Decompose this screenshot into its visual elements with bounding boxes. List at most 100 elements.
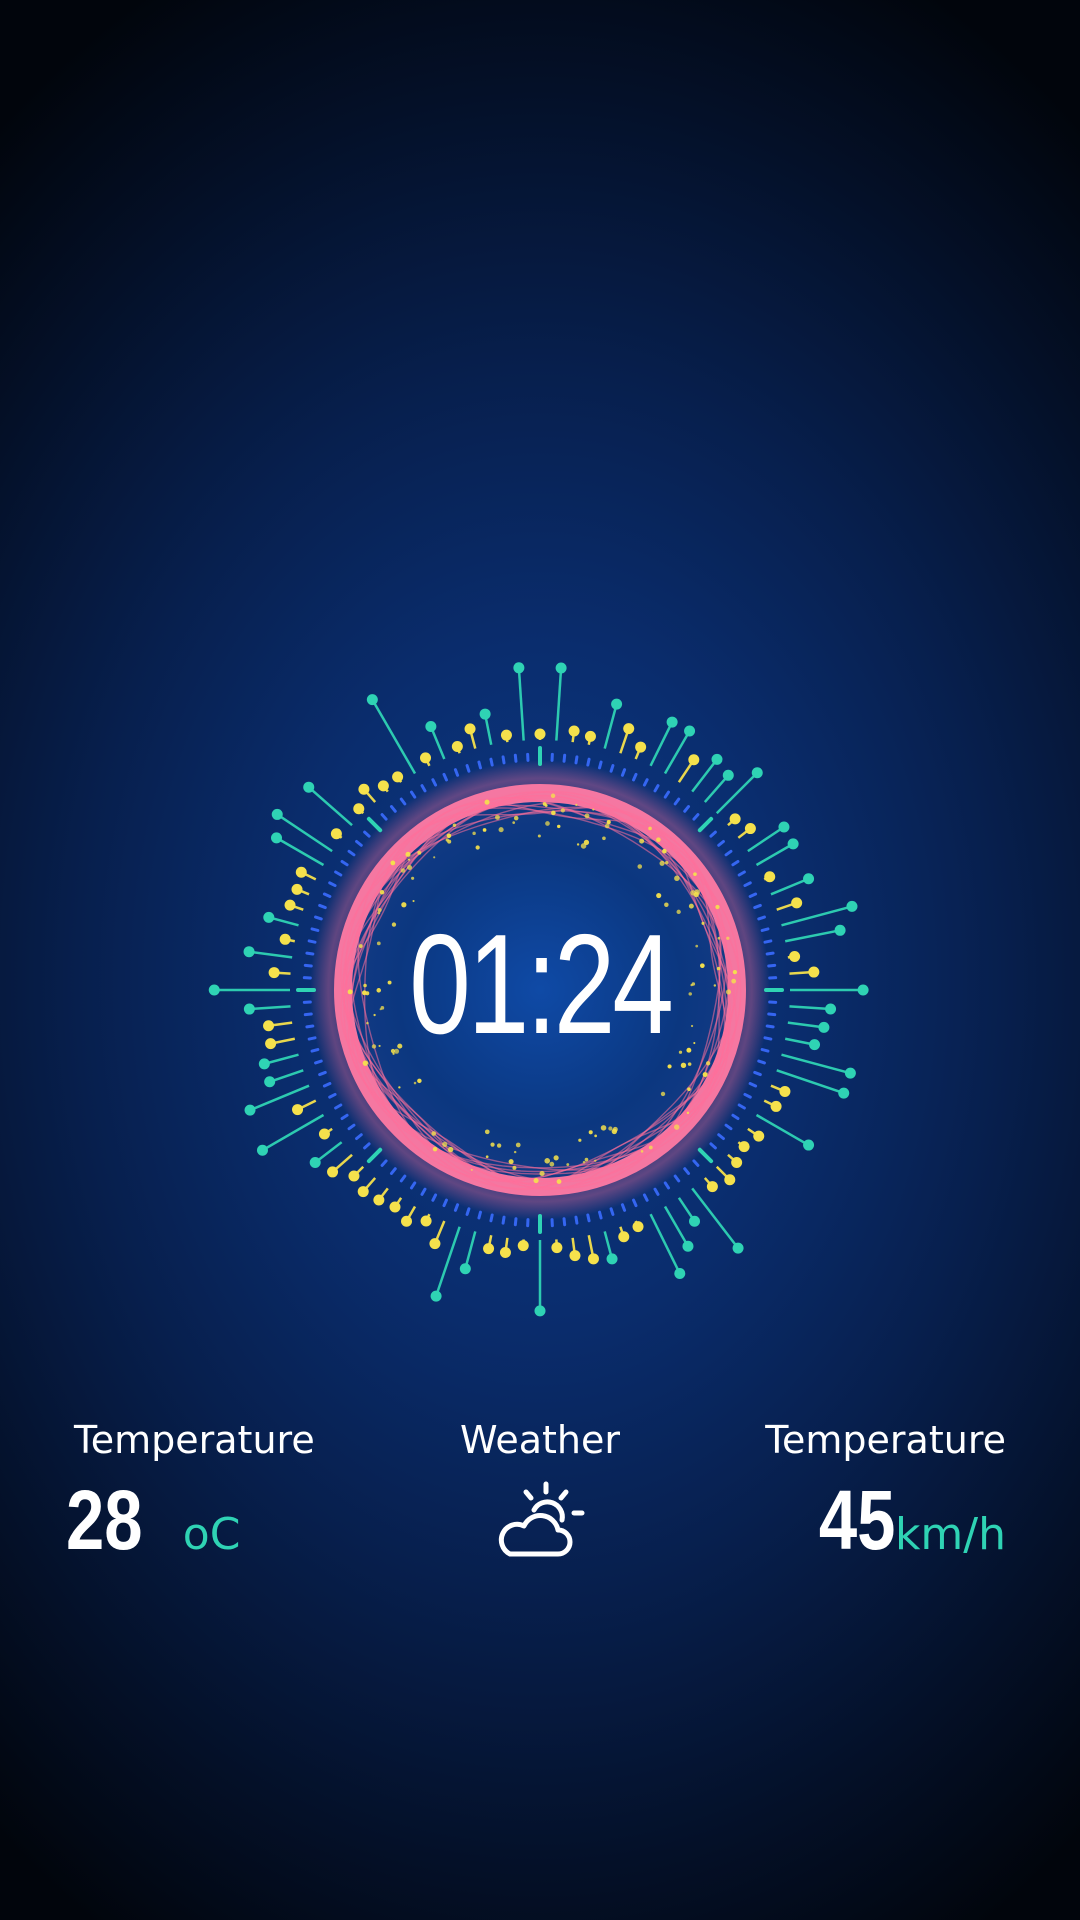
ring-sparkle bbox=[433, 856, 436, 859]
spectrum-bar-dot bbox=[499, 1246, 511, 1258]
ring-sparkle bbox=[662, 848, 667, 854]
dial-tick bbox=[389, 1167, 397, 1175]
spectrum-bar-dot bbox=[834, 924, 846, 936]
spectrum-bar-dot bbox=[392, 771, 404, 783]
dial-tick bbox=[442, 772, 448, 782]
spectrum-bar bbox=[248, 950, 293, 959]
spectrum-bar-dot bbox=[263, 911, 275, 923]
spectrum-bar-dot bbox=[268, 967, 280, 979]
dial-tick bbox=[653, 1187, 660, 1196]
ring-sparkle bbox=[446, 833, 452, 839]
spectrum-bar-dot bbox=[373, 1194, 385, 1206]
ring-sparkle bbox=[588, 1130, 593, 1135]
dial-tick bbox=[366, 1147, 383, 1164]
spectrum-bar-dot bbox=[243, 946, 255, 958]
dial-tick bbox=[363, 830, 371, 838]
ring-sparkle bbox=[376, 941, 381, 946]
spectrum-bar-dot bbox=[464, 723, 476, 735]
spectrum-bar-dot bbox=[753, 1130, 765, 1142]
ring-sparkle bbox=[362, 1060, 369, 1066]
ring-sparkle bbox=[390, 860, 396, 866]
spectrum-bar-dot bbox=[729, 813, 741, 825]
dial-tick bbox=[737, 1103, 746, 1110]
dial-tick bbox=[609, 764, 615, 773]
dial-tick bbox=[409, 790, 417, 799]
ring-sparkle bbox=[582, 1160, 586, 1164]
spectrum-bar bbox=[434, 1226, 461, 1297]
dial-tick bbox=[724, 849, 733, 857]
spectrum-bar-dot bbox=[309, 1156, 321, 1168]
spectrum-bar-dot bbox=[330, 828, 342, 840]
dial-tick bbox=[442, 1198, 448, 1208]
dial-tick bbox=[748, 1082, 758, 1088]
dial-tick bbox=[489, 1213, 494, 1223]
dial-tick bbox=[763, 939, 773, 944]
spectrum-bar bbox=[464, 1231, 477, 1270]
dial-tick bbox=[763, 1036, 773, 1041]
spectrum-bar-dot bbox=[483, 1243, 495, 1255]
dial-tick bbox=[477, 1210, 482, 1220]
dial-tick bbox=[692, 1159, 700, 1167]
dial-tick bbox=[683, 1167, 691, 1175]
spectrum-bar bbox=[517, 667, 525, 741]
dial-tick bbox=[513, 1217, 518, 1227]
dial-tick bbox=[697, 1147, 714, 1164]
spectrum-bar bbox=[261, 1113, 325, 1152]
ring-sparkle bbox=[405, 851, 411, 857]
dial-tick bbox=[477, 760, 482, 770]
temperature-label: Temperature bbox=[74, 1418, 315, 1462]
dial-tick bbox=[389, 805, 397, 813]
spectrum-bar-dot bbox=[264, 1076, 276, 1088]
spectrum-bar-dot bbox=[706, 1181, 718, 1193]
spectrum-bar bbox=[603, 703, 618, 749]
dial-tick bbox=[562, 753, 567, 763]
dial-tick bbox=[757, 1059, 766, 1065]
spectrum-bar-dot bbox=[791, 897, 803, 909]
ring-sparkle bbox=[366, 1021, 369, 1025]
clock-time: 01:24 bbox=[409, 905, 674, 1064]
ring-sparkle bbox=[693, 872, 697, 876]
dial-tick bbox=[697, 816, 714, 833]
dial-tick bbox=[501, 1215, 506, 1225]
dial-tick bbox=[420, 784, 427, 793]
spectrum-bar-dot bbox=[825, 1003, 837, 1015]
spectrum-bar bbox=[663, 730, 691, 775]
ring-sparkle bbox=[363, 983, 367, 988]
ring-sparkle bbox=[544, 1158, 551, 1164]
spectrum-bar-dot bbox=[284, 899, 296, 911]
spectrum-bar-dot bbox=[764, 871, 776, 883]
dial-tick bbox=[310, 927, 320, 932]
dial-tick bbox=[453, 1203, 460, 1212]
spectrum-bar-dot bbox=[358, 783, 370, 795]
ring-sparkle bbox=[496, 1143, 502, 1148]
dial-tick bbox=[709, 830, 717, 838]
dial-tick bbox=[632, 1198, 638, 1208]
dial-tick bbox=[420, 1187, 427, 1196]
dial-tick bbox=[717, 1133, 725, 1141]
ring-sparkle bbox=[417, 850, 422, 855]
spectrum-bar-dot bbox=[731, 1156, 743, 1168]
ring-sparkle bbox=[725, 989, 732, 995]
dial-tick bbox=[709, 1142, 717, 1150]
spectrum-bar-dot bbox=[401, 1215, 413, 1227]
dial-tick bbox=[737, 870, 746, 877]
dial-tick bbox=[743, 1092, 752, 1099]
ring-sparkle bbox=[411, 876, 415, 880]
ring-sparkle bbox=[484, 1129, 490, 1135]
dial-tick bbox=[307, 1036, 317, 1041]
ring-sparkle bbox=[475, 845, 480, 850]
spectrum-bar-dot bbox=[348, 1170, 360, 1182]
spectrum-bar-dot bbox=[803, 1139, 815, 1151]
ring-sparkle bbox=[512, 1165, 517, 1170]
temperature-unit: oC bbox=[182, 1509, 241, 1560]
spectrum-bar bbox=[770, 877, 810, 896]
spectrum-bar-dot bbox=[555, 662, 567, 674]
ring-sparkle bbox=[717, 936, 721, 940]
spectrum-bar-dot bbox=[682, 1240, 694, 1252]
ring-sparkle bbox=[371, 1044, 377, 1049]
spectrum-bar-dot bbox=[517, 1240, 529, 1252]
dial-tick bbox=[642, 778, 649, 787]
ring-sparkle bbox=[576, 843, 580, 846]
ring-sparkle bbox=[515, 1142, 521, 1148]
dial-tick bbox=[318, 903, 327, 910]
